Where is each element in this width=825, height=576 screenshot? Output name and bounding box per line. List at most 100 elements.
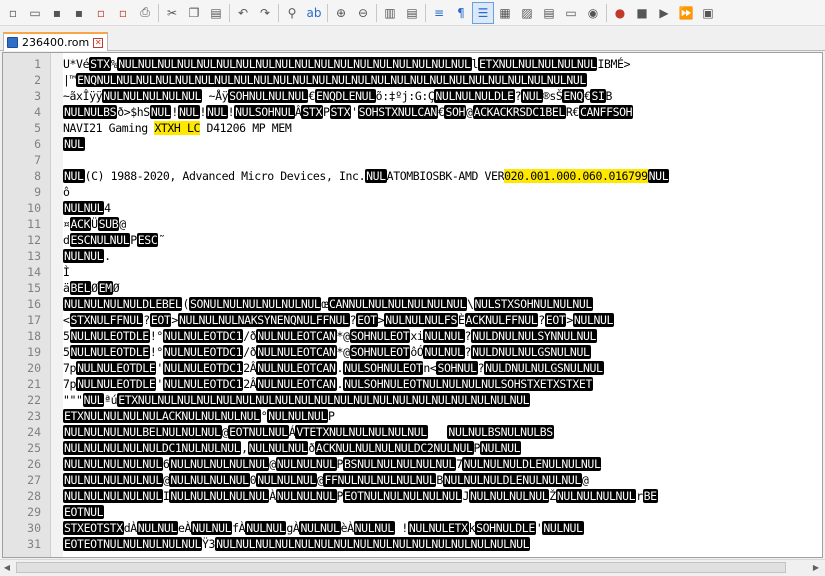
editor-line[interactable]: 2 |™ENQNULNULNULNULNULNULNULNULNULNULNULN…: [3, 72, 822, 88]
editor-line[interactable]: 12 dESCNULNULPESC˜: [3, 232, 822, 248]
sync-vertical-icon[interactable]: ▥: [379, 2, 401, 24]
editor-line[interactable]: 8 NUL(C) 1988-2020, Advanced Micro Device…: [3, 168, 822, 184]
control-char-token: NULDNULNULGSNULNUL: [484, 361, 604, 375]
editor-line[interactable]: 6 NUL: [3, 136, 822, 152]
control-char-token: STXNULFFNUL: [69, 313, 144, 327]
save-macro-icon[interactable]: ▣: [697, 2, 719, 24]
toolbar-separator: [327, 3, 328, 22]
replace-icon[interactable]: ab: [303, 2, 325, 24]
editor-line[interactable]: 21 7pNULNULEOTDLE'NULNULEOTDC12ÂNULNULEOT…: [3, 376, 822, 392]
line-number: 11: [27, 217, 41, 231]
close-icon[interactable]: ▫: [90, 2, 112, 24]
text-segment: Ì: [63, 265, 70, 279]
new-file-icon[interactable]: ▫: [2, 2, 24, 24]
text-segment: P: [130, 233, 137, 247]
print-icon[interactable]: ⎙: [134, 2, 156, 24]
scroll-right-icon[interactable]: ▶: [809, 562, 823, 573]
editor-line[interactable]: 29 EOTNUL: [3, 504, 822, 520]
tab-236400-rom[interactable]: 236400.rom ✕: [3, 32, 109, 51]
editor-line[interactable]: 19 5NULNULEOTDLE!°NULNULEOTDC1/ðNULNULEOT…: [3, 344, 822, 360]
control-char-token: NULNUL: [572, 313, 615, 327]
editor-line[interactable]: 24 NULNULNULNULBELNULNULNUL@EOTNULNULÁVTE…: [3, 424, 822, 440]
line-number: 5: [34, 121, 41, 135]
editor-line[interactable]: 28 NULNULNULNULNULINULNULNULNULNULÀNULNUL…: [3, 488, 822, 504]
doc-map-icon[interactable]: ▨: [516, 2, 538, 24]
editor-line[interactable]: 23 ETXNULNULNULNULACKNULNULNULNUL°NULNULN…: [3, 408, 822, 424]
text-editor[interactable]: 1 U*VéSTX%NULNULNULNULNULNULNULNULNULNULN…: [2, 52, 823, 558]
control-char-token: NULNULBS: [63, 105, 118, 119]
control-char-token: SONULNULNULNULNULNUL: [188, 297, 322, 311]
horizontal-scrollbar[interactable]: ◀ ▶: [0, 559, 825, 576]
editor-line[interactable]: 20 7pNULNULEOTDLE'NULNULEOTDC12ÂNULNULEOT…: [3, 360, 822, 376]
save-all-icon[interactable]: ▪: [68, 2, 90, 24]
record-macro-icon[interactable]: ●: [609, 2, 631, 24]
text-segment: 5: [63, 329, 70, 343]
redo-icon[interactable]: ↷: [254, 2, 276, 24]
text-segment: >: [171, 313, 178, 327]
editor-line[interactable]: 27 NULNULNULNULNUL@NULNULNULNUL0NULNULNUL…: [3, 472, 822, 488]
function-list-icon[interactable]: ▤: [538, 2, 560, 24]
editor-line[interactable]: 26 NULNULNULNULNUL6NULNULNULNULNUL@NULNUL…: [3, 456, 822, 472]
editor-line[interactable]: 25 NULNULNULNULNULDC1NULNULNUL,NULNULNULð…: [3, 440, 822, 456]
scroll-left-icon[interactable]: ◀: [0, 562, 14, 573]
editor-line[interactable]: 16 NULNULNULNULDLEBEL(SONULNULNULNULNULNU…: [3, 296, 822, 312]
zoom-in-icon[interactable]: ⊕: [330, 2, 352, 24]
open-file-icon[interactable]: ▭: [24, 2, 46, 24]
text-segment: 7p: [63, 361, 77, 375]
user-defined-language-icon[interactable]: ▦: [494, 2, 516, 24]
cut-icon[interactable]: ✂: [161, 2, 183, 24]
editor-line[interactable]: 17 <STXNULFFNUL?EOT>NULNULNULNAKSYNENQNUL…: [3, 312, 822, 328]
text-segment: À: [269, 489, 276, 503]
run-macro-multiple-icon[interactable]: ⏩: [675, 2, 697, 24]
save-icon[interactable]: ▪: [46, 2, 68, 24]
close-all-icon[interactable]: ▫: [112, 2, 134, 24]
editor-line[interactable]: 30 STXEOTSTXdÀNULNULeÀNULNULfÀNULNULgÀNUL…: [3, 520, 822, 536]
scrollbar-thumb[interactable]: [16, 562, 786, 573]
monitor-icon[interactable]: ◉: [582, 2, 604, 24]
editor-line[interactable]: 1 U*VéSTX%NULNULNULNULNULNULNULNULNULNULN…: [3, 56, 822, 72]
control-char-token: NULNULEOTCAN: [256, 377, 337, 391]
word-wrap-icon[interactable]: ≡: [428, 2, 450, 24]
show-all-chars-icon[interactable]: ¶: [450, 2, 472, 24]
control-char-token: EOTNUL: [63, 505, 105, 519]
control-char-token: STX: [89, 57, 111, 71]
text-segment: gÀ: [286, 521, 300, 535]
play-macro-icon[interactable]: ▶: [653, 2, 675, 24]
line-number: 15: [27, 281, 41, 295]
paste-icon[interactable]: ▤: [205, 2, 227, 24]
folder-as-workspace-icon[interactable]: ▭: [560, 2, 582, 24]
text-segment: P: [327, 409, 335, 423]
zoom-out-icon[interactable]: ⊖: [352, 2, 374, 24]
editor-line[interactable]: 14 Ì: [3, 264, 822, 280]
editor-line[interactable]: 18 5NULNULEOTDLE!°NULNULEOTDC1/ðNULNULEOT…: [3, 328, 822, 344]
text-segment: |™: [63, 73, 77, 87]
editor-line[interactable]: 4 NULNULBSð>$hSNUL!NUL!NUL!NULSOHNULÂSTXP…: [3, 104, 822, 120]
text-segment: dÀ: [123, 521, 137, 535]
editor-line[interactable]: 5 NAVI21 Gaming XTXH LC D41206 MP MEM: [3, 120, 822, 136]
control-char-token: EM: [97, 281, 113, 295]
copy-icon[interactable]: ❐: [183, 2, 205, 24]
editor-line[interactable]: 9ô: [3, 184, 822, 200]
line-text: NULNULNULNULBELNULNULNUL@EOTNULNULÁVTETX…: [63, 424, 554, 440]
text-segment: n<: [423, 361, 437, 375]
find-icon[interactable]: ⚲: [281, 2, 303, 24]
sync-horizontal-icon[interactable]: ▤: [401, 2, 423, 24]
editor-line[interactable]: 15 äBELØEMØ: [3, 280, 822, 296]
editor-line[interactable]: 13 NULNUL.: [3, 248, 822, 264]
editor-line[interactable]: 10 NULNUL4: [3, 200, 822, 216]
line-text: 5NULNULEOTDLE!°NULNULEOTDC1/ðNULNULEOTCA…: [63, 328, 598, 344]
editor-line[interactable]: 22 """NULªúETXNULNULNULNULNULNULNULNULNUL…: [3, 392, 822, 408]
control-char-token: NULNULEOTCAN: [256, 361, 337, 375]
indent-guide-icon[interactable]: ☰: [472, 1, 494, 24]
control-char-token: NUL: [177, 105, 200, 119]
stop-macro-icon[interactable]: ■: [631, 2, 653, 24]
editor-line[interactable]: 31 EOTEOTNULNULNULNULNULŸ3NULNULNULNULNUL…: [3, 536, 822, 552]
undo-icon[interactable]: ↶: [232, 2, 254, 24]
editor-line[interactable]: 11 ¤ACKÜSUB@: [3, 216, 822, 232]
editor-line[interactable]: 3 ~ãxÎÿÿNULNULNULNULNUL ~ÅÿSOHNULNULNUL€E…: [3, 88, 822, 104]
editor-line[interactable]: 7: [3, 152, 822, 168]
line-text: EOTEOTNULNULNULNULNULŸ3NULNULNULNULNULNU…: [63, 536, 531, 552]
line-number: 22: [27, 393, 41, 407]
line-text: ~ãxÎÿÿNULNULNULNULNUL ~ÅÿSOHNULNULNUL€EN…: [63, 88, 612, 104]
close-tab-icon[interactable]: ✕: [93, 37, 104, 48]
